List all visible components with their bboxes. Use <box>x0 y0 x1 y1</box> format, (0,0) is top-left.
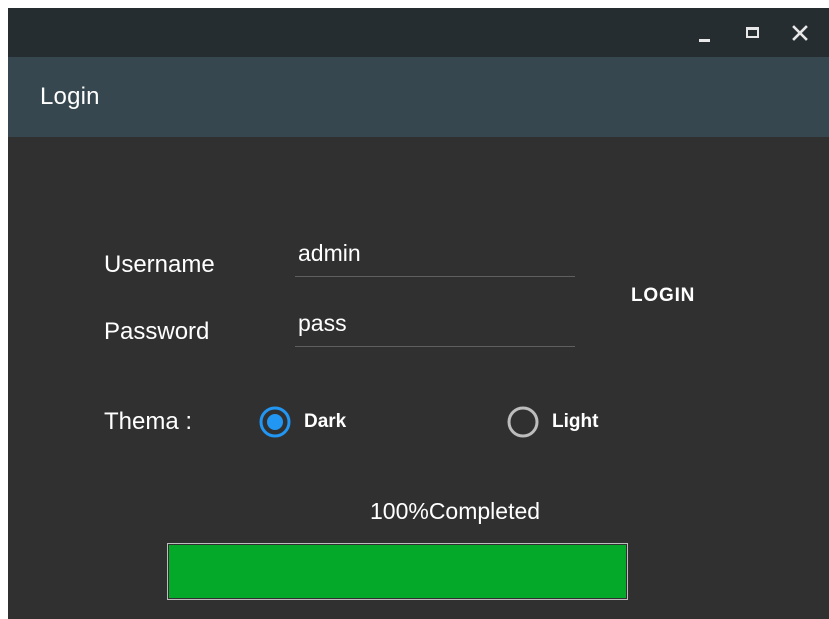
radio-selected-icon <box>259 406 291 438</box>
title-bar[interactable] <box>8 8 829 57</box>
theme-label: Thema : <box>104 408 193 435</box>
maximize-button[interactable] <box>740 20 766 46</box>
username-label: Username <box>104 251 215 278</box>
theme-radio-dark[interactable]: Dark <box>258 405 388 439</box>
theme-radio-light-label: Light <box>552 411 599 432</box>
login-button[interactable]: LOGIN <box>618 276 718 316</box>
radio-unselected-icon <box>507 406 539 438</box>
close-icon <box>792 25 808 41</box>
username-value: admin <box>298 240 361 266</box>
minimize-icon <box>699 39 710 42</box>
password-field[interactable]: pass <box>295 310 575 347</box>
login-button-label: LOGIN <box>631 285 696 306</box>
maximize-icon <box>746 27 759 38</box>
theme-radio-dark-label: Dark <box>304 411 347 432</box>
progress-status-text: 100%Completed <box>370 498 541 524</box>
progress-bar <box>167 543 628 600</box>
page-title: Login <box>40 83 100 110</box>
password-value: pass <box>298 310 347 336</box>
progress-bar-fill <box>169 545 626 598</box>
minimize-button[interactable] <box>693 20 719 46</box>
theme-radio-light[interactable]: Light <box>506 405 636 439</box>
close-button[interactable] <box>787 20 813 46</box>
login-window: Login Username admin Password pass LOGIN… <box>8 8 829 619</box>
header-bar: Login <box>8 57 829 137</box>
password-label: Password <box>104 318 210 345</box>
username-field[interactable]: admin <box>295 240 575 277</box>
